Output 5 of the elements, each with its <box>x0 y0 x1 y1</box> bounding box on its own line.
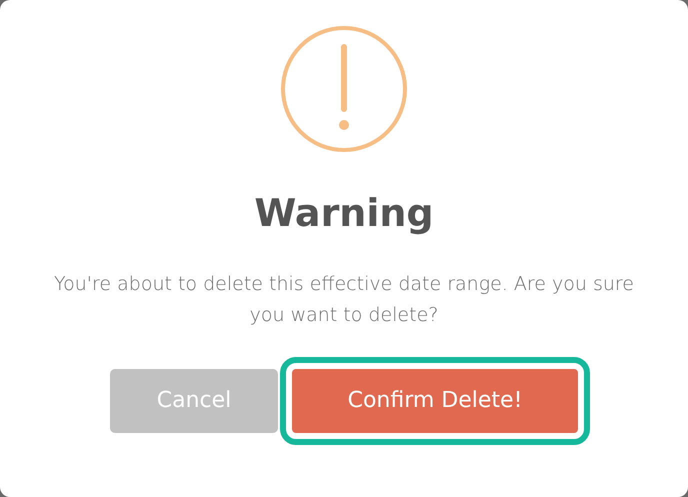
confirm-delete-button[interactable]: Confirm Delete! <box>292 368 578 433</box>
dialog-title: Warning <box>254 191 434 237</box>
cancel-button[interactable]: Cancel <box>110 368 278 433</box>
dialog-message: You're about to delete this effective date range. Are you sure you want to delete? <box>53 272 635 328</box>
warning-icon <box>280 25 408 153</box>
